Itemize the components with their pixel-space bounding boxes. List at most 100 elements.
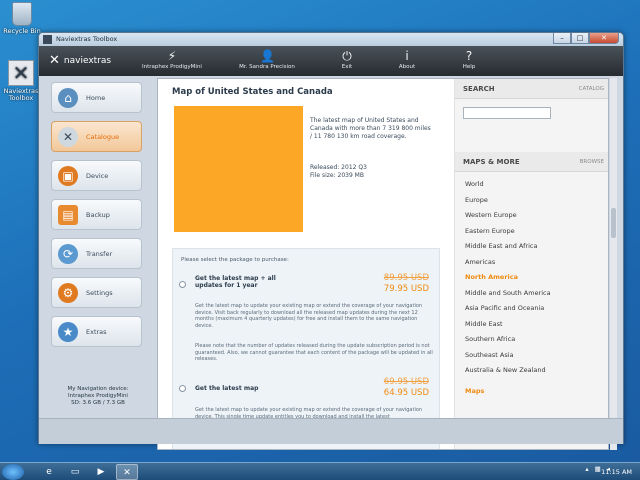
toolbar-about-button[interactable]: ⅰ About xyxy=(395,49,419,70)
sidebar-item-label: Catalogue xyxy=(86,132,120,141)
logo-mark-icon: ✕ xyxy=(49,53,60,68)
desktop-icon-recycle-bin[interactable]: Recycle Bin xyxy=(0,2,44,35)
package-price: 79.95 USD xyxy=(383,284,429,294)
close-button[interactable]: ✕ xyxy=(589,33,619,44)
sidebar-item-transfer[interactable]: ⟳ Transfer xyxy=(51,238,142,269)
region-link[interactable]: Asia Pacific and Oceania xyxy=(465,304,544,312)
toolbar-device-button[interactable]: ⚡ Intraphex ProdigyMini xyxy=(137,49,207,70)
toolbar-user-button[interactable]: 👤 Mr. Sandra Precision xyxy=(235,49,299,70)
scrollbar-thumb[interactable] xyxy=(611,208,616,238)
toolbar-help-button[interactable]: ? Help xyxy=(457,49,481,70)
app-window: Naviextras Toolbox – □ ✕ ✕ naviextras ⚡ … xyxy=(38,32,624,450)
package-price: 64.95 USD xyxy=(383,388,429,398)
product-description: The latest map of United States and Cana… xyxy=(310,117,431,140)
backup-icon: ▤ xyxy=(58,204,78,225)
taskbar: e ▭ ▶ ✕ ▴ ▦ ◂ 11:15 AM xyxy=(0,462,640,480)
purchase-prompt: Please select the package to purchase: xyxy=(181,257,289,263)
logo-text: naviextras xyxy=(63,55,112,66)
naviextras-app-icon: ✕ xyxy=(8,60,34,86)
region-link[interactable]: Americas xyxy=(465,258,495,266)
right-panel: SEARCH CATALOG MAPS & MORE BROWSE World … xyxy=(454,79,608,449)
folder-icon[interactable]: ▭ xyxy=(64,464,86,480)
media-player-icon[interactable]: ▶ xyxy=(90,464,112,480)
search-header: SEARCH CATALOG xyxy=(455,79,608,99)
device-plug-icon: ⚡ xyxy=(167,49,177,63)
power-icon: ⏻ xyxy=(342,49,352,63)
sidebar-item-label: Backup xyxy=(86,210,110,219)
catalog-link[interactable]: CATALOG xyxy=(579,86,604,92)
product-meta: Released: 2012 Q3 File size: 2039 MB xyxy=(310,164,367,180)
package-note: Please note that the number of updates r… xyxy=(195,343,433,362)
toolbar-label: Mr. Sandra Precision xyxy=(239,64,295,70)
user-icon: 👤 xyxy=(260,49,275,63)
desktop-icon-label: Naviextras Toolbox xyxy=(3,87,39,102)
region-link[interactable]: Middle and South America xyxy=(465,289,551,297)
app-header: ✕ naviextras ⚡ Intraphex ProdigyMini 👤 M… xyxy=(39,46,623,76)
sidebar-item-settings[interactable]: ⚙ Settings xyxy=(51,277,142,308)
toolbar-label: Exit xyxy=(341,64,353,70)
help-icon: ? xyxy=(465,49,473,63)
network-icon[interactable]: ▦ xyxy=(595,465,601,473)
app-footer xyxy=(39,418,623,444)
sidebar-item-home[interactable]: ⌂ Home xyxy=(51,82,142,113)
window-title: Naviextras Toolbox xyxy=(56,35,118,43)
region-link[interactable]: Eastern Europe xyxy=(465,227,515,235)
sidebar-item-label: Extras xyxy=(86,327,107,336)
home-icon: ⌂ xyxy=(58,87,78,108)
window-app-icon xyxy=(43,35,52,44)
minimize-button[interactable]: – xyxy=(553,33,571,44)
sidebar-item-backup[interactable]: ▤ Backup xyxy=(51,199,142,230)
sidebar-item-catalogue[interactable]: ✕ Catalogue xyxy=(51,121,142,152)
start-button[interactable] xyxy=(2,464,24,480)
region-link[interactable]: Southeast Asia xyxy=(465,351,514,359)
sidebar-item-device[interactable]: ▣ Device xyxy=(51,160,142,191)
title-bar[interactable]: Naviextras Toolbox – □ ✕ xyxy=(39,33,623,46)
region-link[interactable]: Southern Africa xyxy=(465,335,515,343)
region-link[interactable]: World xyxy=(465,180,484,188)
transfer-icon: ⟳ xyxy=(58,243,78,264)
maps-more-header: MAPS & MORE BROWSE xyxy=(455,152,608,172)
toolbar-label: Help xyxy=(462,64,476,70)
region-link-selected[interactable]: North America xyxy=(465,273,518,281)
page-title: Map of United States and Canada xyxy=(172,87,333,97)
desktop-icon-label: Recycle Bin xyxy=(3,27,41,35)
content-area: Map of United States and Canada The late… xyxy=(157,78,609,450)
toolbar-exit-button[interactable]: ⏻ Exit xyxy=(335,49,359,70)
sidebar-item-extras[interactable]: ★ Extras xyxy=(51,316,142,347)
device-info: My Navigation device: Intraphex ProdigyM… xyxy=(45,386,151,407)
toolbar-label: About xyxy=(398,64,416,70)
maps-filter-label[interactable]: Maps xyxy=(465,387,484,395)
package-name: Get the latest map + all updates for 1 y… xyxy=(195,275,276,289)
package-old-price: 89.95 USD xyxy=(383,273,429,283)
package-radio[interactable] xyxy=(179,385,186,392)
region-link[interactable]: Australia & New Zealand xyxy=(465,366,546,374)
browse-link[interactable]: BROWSE xyxy=(580,159,604,165)
region-link[interactable]: Middle East xyxy=(465,320,503,328)
sidebar-item-label: Settings xyxy=(86,288,113,297)
region-link[interactable]: Middle East and Africa xyxy=(465,242,537,250)
naviextras-app-icon[interactable]: ✕ xyxy=(116,464,138,480)
star-icon: ★ xyxy=(58,321,78,342)
package-description: Get the latest map to update your existi… xyxy=(195,303,423,329)
package-radio[interactable] xyxy=(179,281,186,288)
package-old-price: 69.95 USD xyxy=(383,377,429,387)
sidebar-item-label: Device xyxy=(86,171,109,180)
device-info-name: Intraphex ProdigyMini xyxy=(68,393,128,399)
region-link[interactable]: Western Europe xyxy=(465,211,517,219)
content-scrollbar[interactable] xyxy=(610,78,617,450)
info-icon: ⅰ xyxy=(405,49,409,63)
maximize-button[interactable]: □ xyxy=(571,33,589,44)
package-name: Get the latest map xyxy=(195,385,259,392)
show-hidden-icons-icon[interactable]: ▴ xyxy=(585,465,588,473)
device-info-storage: SD: 3.6 GB / 7.3 GB xyxy=(71,400,125,406)
sidebar-item-label: Transfer xyxy=(86,249,113,258)
desktop-icon-naviextras[interactable]: ✕ Naviextras Toolbox xyxy=(0,60,43,102)
toolbar-label: Intraphex ProdigyMini xyxy=(142,64,202,70)
device-icon: ▣ xyxy=(58,165,78,186)
sidebar: ⌂ Home ✕ Catalogue ▣ Device ▤ Backup ⟳ T… xyxy=(45,78,151,446)
device-info-heading: My Navigation device: xyxy=(67,386,129,392)
internet-explorer-icon[interactable]: e xyxy=(38,464,60,480)
taskbar-clock[interactable]: 11:15 AM xyxy=(601,468,632,476)
search-input[interactable] xyxy=(463,107,551,119)
region-link[interactable]: Europe xyxy=(465,196,488,204)
